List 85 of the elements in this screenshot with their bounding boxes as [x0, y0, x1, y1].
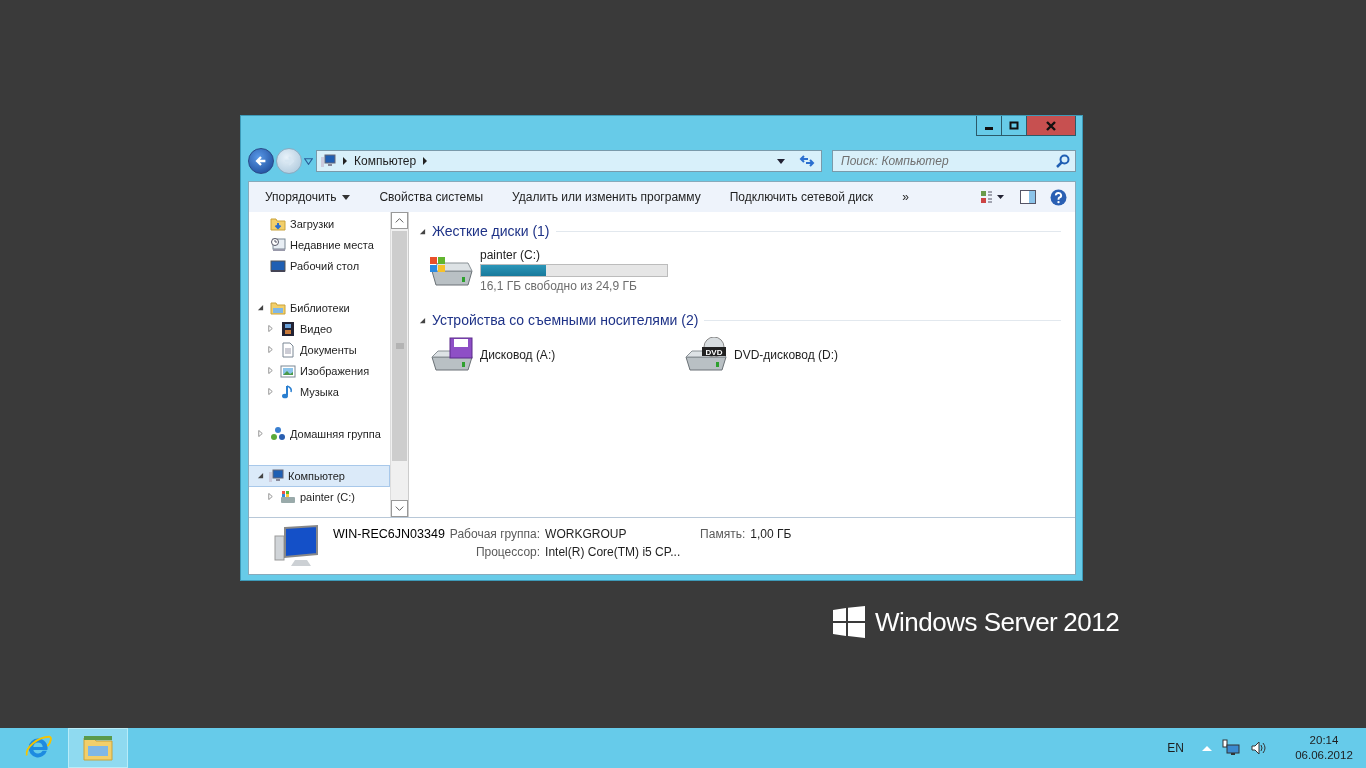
address-bar[interactable]: Компьютер	[316, 150, 822, 172]
film-icon	[280, 320, 296, 337]
computer-icon	[268, 467, 284, 484]
group-header[interactable]: Устройства со съемными носителями (2)	[432, 312, 699, 328]
clock-date: 06.06.2012	[1295, 748, 1353, 763]
detail-label: Процессор:	[474, 545, 541, 559]
drive-tile[interactable]: DVD DVD-дисковод (D:)	[682, 333, 936, 377]
scroll-up-button[interactable]	[391, 212, 408, 229]
detail-value: WORKGROUP	[545, 527, 628, 541]
windows-logo-icon	[833, 606, 865, 638]
nav-tree-item[interactable]: Музыка	[279, 380, 342, 403]
search-field[interactable]: Поиск: Компьютер	[832, 150, 1076, 172]
view-options-button[interactable]	[978, 190, 1006, 204]
clock-time: 20:14	[1309, 733, 1339, 748]
collapse-arrow-icon[interactable]	[419, 227, 426, 235]
preview-pane-icon	[1020, 190, 1036, 204]
logo-version: 2012	[1063, 606, 1120, 638]
network-icon[interactable]	[1222, 739, 1240, 757]
breadcrumb[interactable]: Компьютер	[354, 154, 417, 168]
detail-value: 1,00 ГБ	[750, 527, 792, 541]
minimize-button[interactable]	[976, 116, 1002, 136]
logo-text: Windows Server	[875, 606, 1058, 638]
desktop-icon	[270, 257, 286, 274]
breadcrumb-arrow-icon[interactable]	[422, 157, 429, 165]
close-icon	[1046, 120, 1056, 131]
scrollbar[interactable]	[390, 212, 409, 517]
view-list-icon	[978, 190, 1006, 204]
toolbar-button[interactable]: »	[902, 186, 909, 208]
detail-label: Рабочая группа:	[449, 527, 541, 541]
language-indicator[interactable]: EN	[1167, 741, 1184, 755]
maximize-icon	[1009, 120, 1019, 131]
nav-tree-item[interactable]: Компьютер	[249, 464, 390, 487]
document-icon	[280, 341, 296, 358]
nav-tree-item[interactable]: Документы	[279, 338, 360, 361]
libraries-folder-icon	[270, 299, 286, 316]
minimize-icon	[985, 126, 993, 130]
clock[interactable]: 20:14 06.06.2012	[1292, 733, 1356, 763]
folder-icon	[270, 215, 286, 232]
recent-places-icon	[270, 236, 286, 253]
detail-value: Intel(R) Core(TM) i5 CP...	[545, 545, 681, 559]
back-button[interactable]	[248, 148, 274, 174]
nav-tree-item[interactable]: Загрузки	[269, 212, 338, 235]
drive-tile[interactable]: Дисковод (A:)	[428, 333, 682, 377]
help-icon	[1050, 188, 1067, 206]
file-explorer-taskbar-button[interactable]	[68, 728, 128, 768]
picture-icon	[280, 362, 296, 379]
group-header[interactable]: Жесткие диски (1)	[432, 223, 550, 239]
floppy-drive-icon	[428, 337, 476, 373]
nav-tree-item[interactable]: Домашняя группа	[269, 422, 384, 445]
dropdown-caret-icon[interactable]	[777, 158, 785, 164]
drive-name: painter (C:)	[480, 248, 542, 262]
recent-pages-caret-icon[interactable]	[304, 157, 313, 165]
breadcrumb-arrow-icon[interactable]	[342, 157, 348, 165]
toolbar-button[interactable]: Подключить сетевой диск	[729, 186, 874, 208]
nav-tree-item[interactable]: Изображения	[279, 359, 373, 382]
nav-tree-item[interactable]: painter (C:)	[279, 485, 359, 508]
nav-tree-item[interactable]: Видео	[279, 317, 336, 340]
computer-name: WIN-REC6JN03349	[333, 527, 445, 541]
detail-label: Память:	[699, 527, 746, 541]
drive-name: DVD-дисковод (D:)	[734, 348, 839, 362]
homegroup-icon	[270, 425, 286, 442]
forward-arrow-icon	[282, 154, 296, 168]
preview-pane-button[interactable]	[1020, 190, 1036, 204]
toolbar-button[interactable]: Упорядочить	[265, 186, 351, 208]
nav-tree-item[interactable]: Библиотеки	[269, 296, 353, 319]
volume-icon[interactable]	[1250, 739, 1268, 757]
close-button[interactable]	[1026, 116, 1076, 136]
refresh-icon[interactable]	[799, 153, 815, 169]
drive-tile[interactable]: painter (C:) 16,1 ГБ свободно из 24,9 ГБ	[428, 244, 682, 297]
scrollbar-thumb[interactable]	[392, 231, 407, 461]
toolbar-button[interactable]: Свойства системы	[379, 186, 484, 208]
scroll-down-button[interactable]	[391, 500, 408, 517]
toolbar-button[interactable]: Удалить или изменить программу	[512, 186, 701, 208]
help-button[interactable]	[1050, 188, 1067, 206]
folder-icon	[82, 734, 114, 762]
drive-name: Дисковод (A:)	[480, 348, 556, 362]
collapse-arrow-icon[interactable]	[419, 316, 426, 324]
search-icon	[1055, 153, 1071, 169]
computer-monitor-icon	[273, 524, 321, 568]
drive-icon	[280, 488, 296, 505]
back-arrow-icon	[254, 154, 268, 168]
free-space-text: 16,1 ГБ свободно из 24,9 ГБ	[480, 279, 638, 293]
nav-tree-item[interactable]: Недавние места	[269, 233, 377, 256]
computer-icon	[320, 153, 336, 169]
nav-tree-item[interactable]: Рабочий стол	[269, 254, 363, 277]
